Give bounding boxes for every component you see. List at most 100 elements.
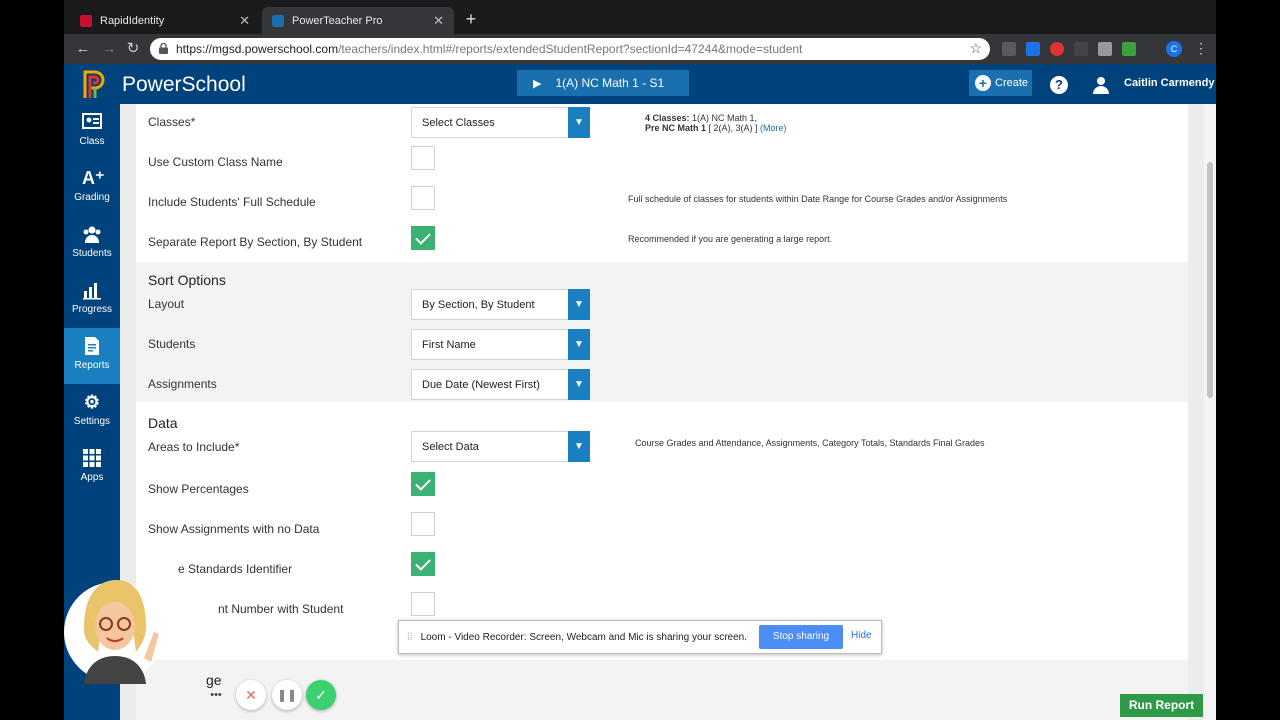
url-host: https://mgsd.powerschool.com <box>176 42 339 56</box>
cancel-recording-icon[interactable]: ✕ <box>236 680 266 710</box>
address-bar[interactable]: https://mgsd.powerschool.com/teachers/in… <box>150 38 990 60</box>
hide-button[interactable]: Hide <box>851 630 872 641</box>
finish-recording-icon[interactable]: ✓ <box>306 680 336 710</box>
sidebar-item-label: Settings <box>73 416 111 427</box>
sidebar-item-students[interactable]: Students <box>64 216 120 272</box>
progress-icon <box>83 283 101 300</box>
student-number-checkbox[interactable] <box>411 592 435 616</box>
tab-rapididentity[interactable]: RapidIdentity ✕ <box>70 7 260 34</box>
webcam-avatar-icon <box>64 580 164 684</box>
sort-options-section <box>136 262 1188 402</box>
sidebar-item-settings[interactable]: ⚙ Settings <box>64 384 120 440</box>
profile-avatar[interactable]: C <box>1166 41 1182 57</box>
pause-recording-icon[interactable]: ❚❚ <box>272 680 302 710</box>
user-name[interactable]: Caitlin Carmendy <box>1124 77 1214 89</box>
separate-report-checkbox[interactable] <box>411 226 435 250</box>
create-label: Create <box>995 77 1029 89</box>
chevron-down-icon: ▼ <box>568 369 590 400</box>
close-tab-icon[interactable]: ✕ <box>239 13 250 29</box>
more-options-icon[interactable]: ••• <box>206 686 226 706</box>
full-schedule-checkbox[interactable] <box>411 186 435 210</box>
chevron-down-icon: ▼ <box>568 329 590 360</box>
show-percentages-checkbox[interactable] <box>411 472 435 496</box>
sidebar-item-class[interactable]: Class <box>64 104 120 160</box>
reload-icon[interactable]: ↻ <box>124 40 142 58</box>
students-sort-value: First Name <box>422 338 476 351</box>
powerschool-logo-icon <box>83 70 105 98</box>
rapididentity-favicon-icon <box>80 14 92 27</box>
powerschool-header: PowerSchool ▶ 1(A) NC Math 1 - S1 + Crea… <box>64 64 1216 104</box>
areas-to-include-select[interactable]: Select Data ▼ <box>411 431 590 462</box>
powerteacher-favicon-icon <box>272 14 284 27</box>
bookmark-star-icon[interactable]: ☆ <box>969 40 982 57</box>
custom-class-name-label: Use Custom Class Name <box>148 155 283 169</box>
extension-icon[interactable] <box>1026 42 1040 56</box>
assignments-sort-label: Assignments <box>148 377 217 391</box>
loom-message: Loom - Video Recorder: Screen, Webcam an… <box>420 631 748 643</box>
browser-menu-icon[interactable]: ⋮ <box>1194 40 1208 57</box>
class-selector[interactable]: ▶ 1(A) NC Math 1 - S1 <box>517 70 689 96</box>
custom-class-name-checkbox[interactable] <box>411 146 435 170</box>
classes-label: Classes* <box>148 115 196 129</box>
layout-label: Layout <box>148 297 185 311</box>
extension-icon[interactable] <box>1074 42 1088 56</box>
sidebar-item-progress[interactable]: Progress <box>64 272 120 328</box>
sidebar-item-label: Class <box>79 136 105 147</box>
reports-icon <box>85 337 99 355</box>
user-icon[interactable] <box>1092 76 1110 94</box>
run-report-button[interactable]: Run Report <box>1120 694 1203 717</box>
students-sort-label: Students <box>148 337 196 351</box>
extension-icon[interactable] <box>1002 42 1016 56</box>
classes-hint-first: 1(A) NC Math 1, <box>689 113 758 123</box>
show-percentages-label: Show Percentages <box>148 482 249 496</box>
loom-sharing-bar: ⁞⁞ Loom - Video Recorder: Screen, Webcam… <box>398 620 882 654</box>
sort-options-title: Sort Options <box>148 272 226 288</box>
sidebar-item-apps[interactable]: Apps <box>64 440 120 496</box>
play-icon: ▶ <box>533 77 542 90</box>
browser-tab-strip: RapidIdentity ✕ PowerTeacher Pro ✕ + <box>64 0 1216 34</box>
drag-handle-icon[interactable]: ⁞⁞ <box>407 632 413 643</box>
settings-icon: ⚙ <box>83 392 101 412</box>
sidebar-item-reports[interactable]: Reports <box>64 328 120 384</box>
separate-report-hint: Recommended if you are generating a larg… <box>628 234 833 244</box>
page-scrollbar[interactable] <box>1204 104 1216 720</box>
classes-hint-second: Pre NC Math 1 <box>645 123 707 133</box>
class-icon <box>82 113 102 129</box>
help-icon[interactable]: ? <box>1050 76 1068 94</box>
areas-to-include-value: Select Data <box>422 440 479 453</box>
students-sort-select[interactable]: First Name ▼ <box>411 329 590 360</box>
areas-to-include-hint: Course Grades and Attendance, Assignment… <box>635 438 985 448</box>
new-tab-icon[interactable]: + <box>462 10 480 28</box>
tab-powerteacher-pro[interactable]: PowerTeacher Pro ✕ <box>262 7 454 34</box>
create-button[interactable]: + Create <box>969 70 1032 96</box>
browser-toolbar: ← → ↻ https://mgsd.powerschool.com/teach… <box>64 34 1216 64</box>
more-link[interactable]: (More) <box>758 123 787 133</box>
forward-icon[interactable]: → <box>100 40 118 58</box>
full-schedule-hint: Full schedule of classes for students wi… <box>628 194 1008 204</box>
stop-sharing-button[interactable]: Stop sharing <box>759 625 843 649</box>
scrollbar-thumb[interactable] <box>1207 162 1213 398</box>
extension-icon[interactable] <box>1098 42 1112 56</box>
layout-select[interactable]: By Section, By Student ▼ <box>411 289 590 320</box>
data-section-title: Data <box>148 415 178 431</box>
classes-select-value: Select Classes <box>422 116 495 129</box>
extension-icon[interactable] <box>1050 42 1064 56</box>
sidebar-item-label: Grading <box>74 192 110 203</box>
extension-icon[interactable] <box>1122 42 1136 56</box>
lock-icon <box>159 43 168 54</box>
screen: RapidIdentity ✕ PowerTeacher Pro ✕ + ← →… <box>64 0 1216 720</box>
sidebar-item-label: Reports <box>74 360 110 371</box>
students-icon <box>83 226 101 243</box>
assignments-sort-select[interactable]: Due Date (Newest First) ▼ <box>411 369 590 400</box>
close-tab-icon[interactable]: ✕ <box>433 13 444 29</box>
apps-icon <box>83 449 101 467</box>
classes-hint: 4 Classes: 1(A) NC Math 1, Pre NC Math 1… <box>645 113 787 133</box>
sidebar-item-grading[interactable]: A⁺ Grading <box>64 160 120 216</box>
classes-select[interactable]: Select Classes ▼ <box>411 107 590 138</box>
no-data-assignments-label: Show Assignments with no Data <box>148 522 320 536</box>
no-data-assignments-checkbox[interactable] <box>411 512 435 536</box>
brand-name: PowerSchool <box>122 73 246 96</box>
standards-identifier-checkbox[interactable] <box>411 552 435 576</box>
back-icon[interactable]: ← <box>74 40 92 58</box>
sidebar-item-label: Apps <box>80 472 104 483</box>
